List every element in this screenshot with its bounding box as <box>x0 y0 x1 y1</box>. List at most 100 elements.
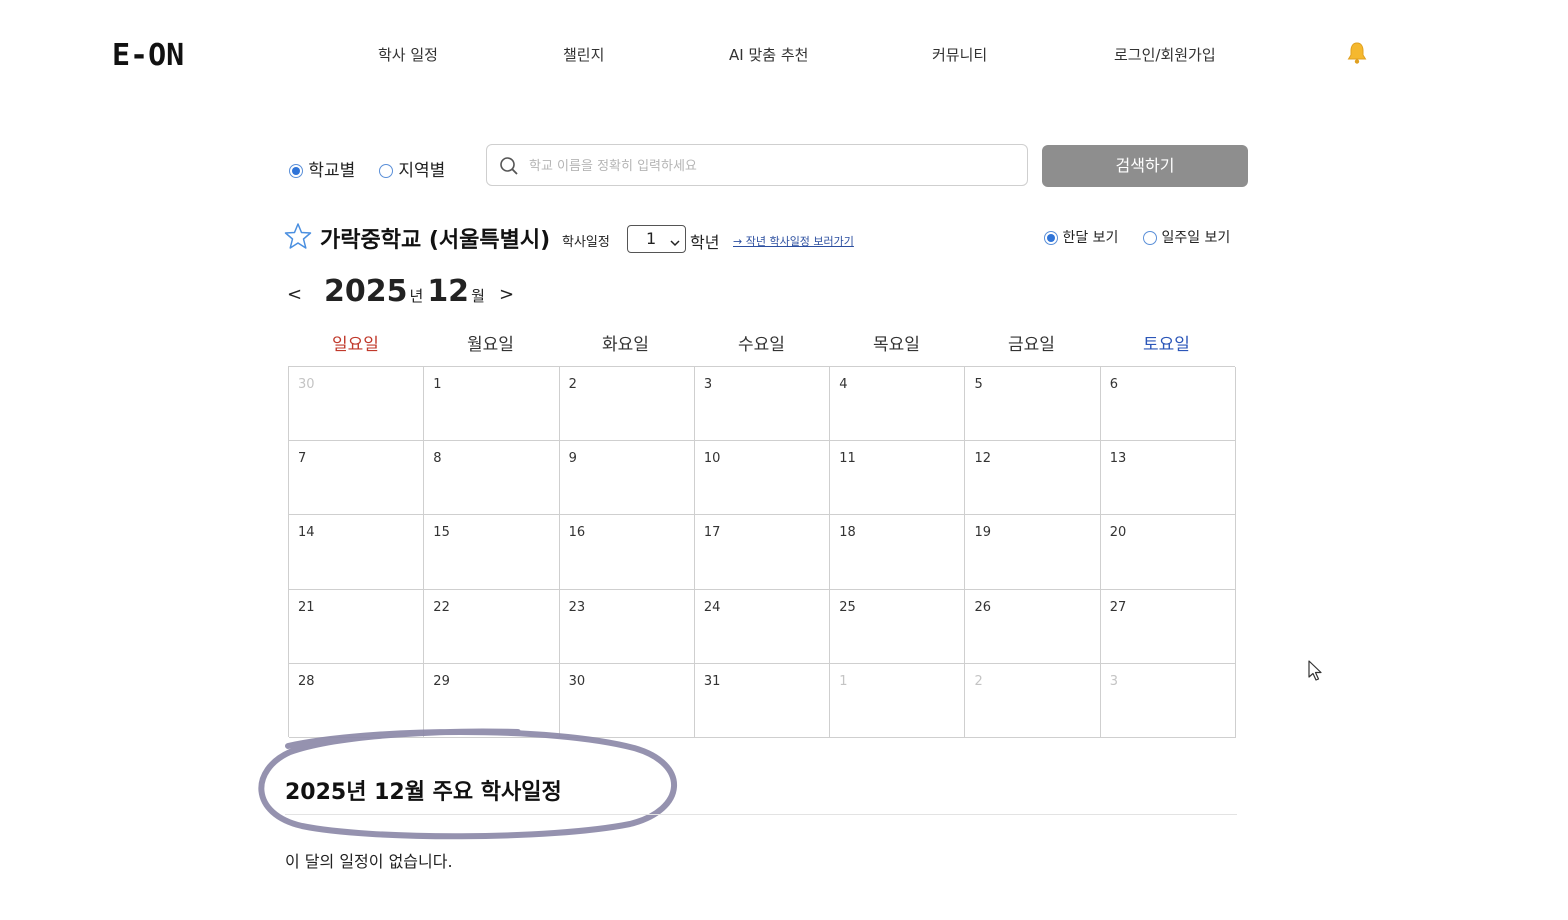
calendar-day-cell[interactable]: 7 <box>289 441 425 516</box>
day-number: 24 <box>703 599 721 615</box>
day-number: 18 <box>839 525 856 541</box>
calendar-day-cell[interactable]: 25 <box>830 589 966 664</box>
calendar-day-cell[interactable]: 27 <box>1100 589 1237 664</box>
weekday-thursday: 목요일 <box>873 335 920 355</box>
calendar-day-cell[interactable]: 19 <box>965 515 1101 590</box>
day-number: 12 <box>974 451 992 467</box>
year-unit: 년 <box>409 287 424 305</box>
calendar-day-cell[interactable]: 5 <box>965 367 1101 442</box>
view-week-option[interactable]: 일주일 보기 <box>1143 227 1230 247</box>
day-number: 17 <box>703 525 721 541</box>
calendar-day-cell[interactable]: 3 <box>694 367 831 442</box>
day-number: 28 <box>298 673 315 689</box>
calendar-day-cell[interactable]: 4 <box>830 367 966 442</box>
calendar-day-cell[interactable]: 2 <box>965 663 1101 738</box>
year-value: 2025 <box>324 274 408 309</box>
day-number: 19 <box>974 525 992 541</box>
calendar-day-cell[interactable]: 3 <box>1100 663 1237 738</box>
day-number: 31 <box>703 673 721 689</box>
weekday-friday: 금요일 <box>1008 335 1055 355</box>
mouse-cursor-icon <box>1308 660 1322 681</box>
calendar-day-cell[interactable]: 24 <box>694 589 831 664</box>
calendar-day-cell[interactable]: 1 <box>830 663 966 738</box>
day-number: 15 <box>433 525 450 541</box>
school-name: 가락중학교 (서울특별시) <box>320 228 551 253</box>
school-search-box[interactable] <box>486 144 1028 186</box>
day-number: 13 <box>1109 451 1127 467</box>
radio-school-checked[interactable] <box>289 164 303 178</box>
calendar-day-cell[interactable]: 6 <box>1100 367 1237 442</box>
day-number: 22 <box>433 599 450 615</box>
chevron-down-icon <box>670 233 680 252</box>
prev-month-button[interactable]: < <box>287 284 302 305</box>
calendar-day-cell[interactable]: 11 <box>830 441 966 516</box>
weekday-sunday: 일요일 <box>332 335 379 355</box>
calendar-day-cell[interactable]: 23 <box>559 589 695 664</box>
day-number: 7 <box>298 451 307 467</box>
calendar-day-cell[interactable]: 14 <box>289 515 425 590</box>
calendar-day-cell[interactable]: 20 <box>1100 515 1237 590</box>
radio-week[interactable] <box>1143 231 1157 245</box>
calendar-day-cell[interactable]: 18 <box>830 515 966 590</box>
nav-challenge[interactable]: 챌린지 <box>563 44 604 65</box>
calendar-day-cell[interactable]: 2 <box>559 367 695 442</box>
grade-select[interactable]: 1 <box>627 225 686 253</box>
calendar-day-cell[interactable]: 15 <box>424 515 560 590</box>
star-favorite-icon[interactable] <box>284 222 312 254</box>
logo[interactable]: E-ON <box>112 38 184 73</box>
search-button[interactable]: 검색하기 <box>1042 145 1248 187</box>
next-month-button[interactable]: > <box>499 284 514 305</box>
radio-region[interactable] <box>379 164 393 178</box>
calendar-day-cell[interactable]: 26 <box>965 589 1101 664</box>
view-month-label: 한달 보기 <box>1062 230 1119 246</box>
calendar-grid: 30 1 2 3 4 5 6 7 8 9 10 11 12 13 14 15 16 17 18 19 20 21 22 23 2… <box>288 366 1237 738</box>
bell-icon[interactable] <box>1344 40 1370 66</box>
search-icon <box>499 156 519 180</box>
calendar-day-cell[interactable]: 22 <box>424 589 560 664</box>
calendar-day-cell[interactable]: 12 <box>965 441 1101 516</box>
mode-school-radio[interactable]: 학교별 <box>289 156 355 181</box>
day-number: 26 <box>974 599 992 615</box>
nav-login-signup[interactable]: 로그인/회원가입 <box>1114 44 1216 65</box>
monthly-schedule-title: 2025년 12월 주요 학사일정 <box>285 780 562 805</box>
calendar-day-cell[interactable]: 16 <box>559 515 695 590</box>
school-search-input[interactable] <box>527 153 1011 179</box>
no-schedule-message: 이 달의 일정이 없습니다. <box>285 852 453 871</box>
day-number: 3 <box>1109 673 1119 689</box>
calendar-day-cell[interactable]: 8 <box>424 441 560 516</box>
day-number: 27 <box>1109 599 1127 615</box>
calendar-day-cell[interactable]: 9 <box>559 441 695 516</box>
day-number: 30 <box>568 673 586 689</box>
day-number: 1 <box>433 377 442 392</box>
calendar-day-cell[interactable]: 17 <box>694 515 831 590</box>
grade-unit: 학년 <box>690 233 720 252</box>
month-unit: 월 <box>471 287 485 305</box>
calendar-day-cell[interactable]: 21 <box>289 589 425 664</box>
day-number: 23 <box>568 599 586 615</box>
mode-region-label: 지역별 <box>398 161 446 181</box>
day-number: 5 <box>974 377 983 392</box>
calendar-day-cell[interactable]: 13 <box>1100 441 1237 516</box>
mode-region-radio[interactable]: 지역별 <box>379 156 445 181</box>
section-divider <box>285 814 1237 815</box>
day-number: 11 <box>839 451 856 467</box>
nav-community[interactable]: 커뮤니티 <box>932 44 987 65</box>
nav-ai-recommend[interactable]: AI 맞춤 추천 <box>729 44 808 65</box>
calendar-day-cell[interactable]: 10 <box>694 441 831 516</box>
prev-year-schedule-link[interactable]: → 작년 학사일정 보러가기 <box>733 233 854 249</box>
weekday-monday: 월요일 <box>467 335 514 355</box>
calendar-day-cell[interactable]: 31 <box>694 663 831 738</box>
day-number: 9 <box>568 451 577 467</box>
day-number: 6 <box>1109 377 1119 392</box>
day-number: 2 <box>974 673 983 689</box>
month-title: 2025 년 12 월 <box>324 274 489 309</box>
view-week-label: 일주일 보기 <box>1161 230 1231 246</box>
nav-academic-schedule[interactable]: 학사 일정 <box>378 44 438 65</box>
weekday-wednesday: 수요일 <box>738 335 785 355</box>
radio-month-checked[interactable] <box>1044 231 1058 245</box>
calendar-day-cell[interactable]: 1 <box>424 367 560 442</box>
calendar-day-cell[interactable]: 30 <box>289 367 425 442</box>
schedule-label: 학사일정 <box>562 235 610 250</box>
view-month-option[interactable]: 한달 보기 <box>1044 227 1118 247</box>
mode-school-label: 학교별 <box>308 161 356 181</box>
